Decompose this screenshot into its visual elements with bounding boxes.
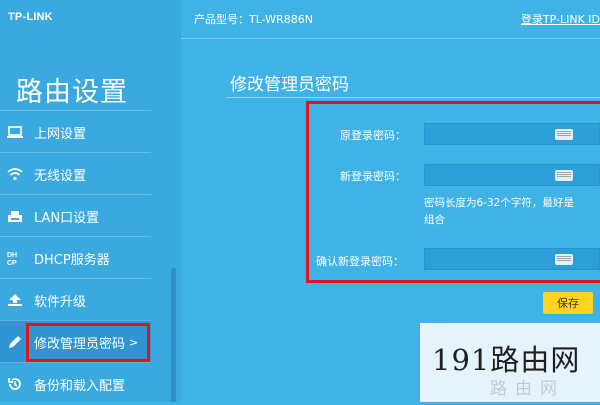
- upload-icon: [6, 293, 24, 307]
- login-tplink-id-link[interactable]: 登录TP-LINK ID: [521, 11, 600, 27]
- svg-text:DH: DH: [7, 252, 17, 259]
- sidebar-item-label: 无线设置: [34, 168, 87, 184]
- sidebar-item-internet[interactable]: 上网设置: [0, 110, 151, 153]
- watermark-faint-text: 路由网: [490, 379, 565, 399]
- title-divider: [226, 97, 600, 98]
- watermark-text: 191路由网: [432, 343, 581, 377]
- pencil-icon: [6, 334, 24, 350]
- save-button[interactable]: 保存: [543, 292, 593, 314]
- sidebar-item-label: 上网设置: [34, 126, 87, 142]
- wifi-icon: [6, 167, 24, 181]
- dhcp-icon: DH CP: [6, 250, 24, 266]
- sidebar-item-dhcp[interactable]: DH CP DHCP服务器: [0, 236, 151, 279]
- sidebar-item-lan[interactable]: LAN口设置: [0, 194, 151, 237]
- sidebar-item-label: 备份和载入配置: [34, 378, 126, 394]
- sidebar-item-wireless[interactable]: 无线设置: [0, 152, 151, 195]
- sidebar-item-upgrade[interactable]: 软件升级: [0, 278, 151, 321]
- sidebar-scrollbar[interactable]: [171, 268, 176, 402]
- page-title: 修改管理员密码: [230, 75, 349, 95]
- restore-icon: [6, 376, 24, 392]
- tp-link-logo: TP-LINK: [8, 11, 53, 23]
- sidebar: TP-LINK 路由设置 上网设置 无线设置 LAN口设置 DH CP DHCP服…: [0, 0, 181, 402]
- highlight-box-nav: [26, 323, 150, 362]
- lan-icon: [6, 209, 24, 223]
- laptop-icon: [6, 125, 24, 139]
- svg-text:CP: CP: [7, 260, 17, 266]
- sidebar-item-label: 软件升级: [34, 294, 87, 310]
- sidebar-item-backup[interactable]: 备份和载入配置: [0, 362, 151, 405]
- header-divider: [181, 38, 600, 39]
- sidebar-item-label: LAN口设置: [34, 210, 100, 226]
- highlight-box-form: [306, 101, 600, 283]
- sidebar-title: 路由设置: [16, 77, 128, 108]
- sidebar-item-label: DHCP服务器: [34, 252, 110, 268]
- product-model-label: 产品型号：TL-WR886N: [194, 13, 313, 26]
